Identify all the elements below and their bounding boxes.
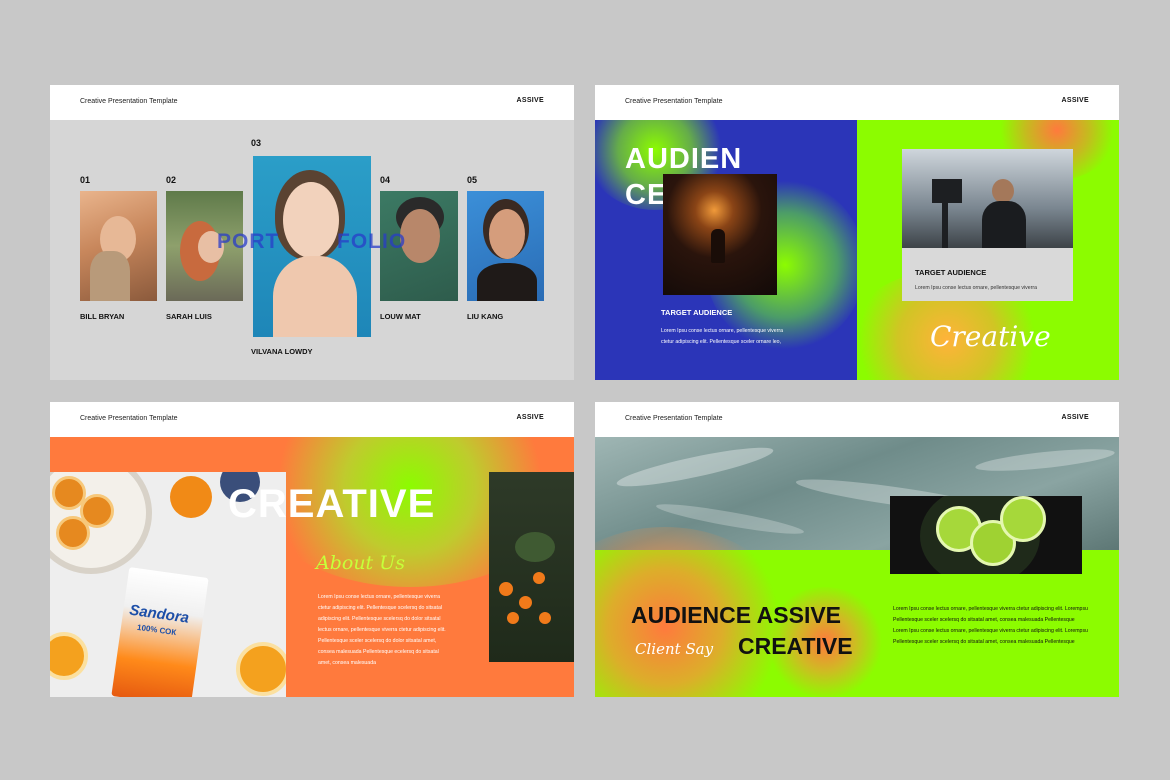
target-audience-label: TARGET AUDIENCE <box>915 268 987 277</box>
text-line: Lorem Ipsu conse lectus ornare, pellente… <box>318 594 440 600</box>
member-number: 05 <box>467 175 478 185</box>
slide-header: Creative Presentation Template ASSIVE <box>595 85 1119 120</box>
audience-title-line2: CE <box>625 179 668 211</box>
slide-body: AUDIEN CE TARGET AUDIENCE Lorem Ipsu con… <box>595 120 1119 380</box>
text-line: Lorem Ipsu conse lectus ornare, pellente… <box>661 328 783 334</box>
text-line: ctetur adipiscing elit. Pellentesque sce… <box>661 339 781 345</box>
member-number: 02 <box>166 175 177 185</box>
slide-audience[interactable]: Creative Presentation Template ASSIVE AU… <box>595 85 1119 380</box>
member-photo <box>80 191 157 301</box>
slide-client-say[interactable]: Creative Presentation Template ASSIVE AU… <box>595 402 1119 697</box>
client-say-script: Client Say <box>635 640 714 658</box>
text-line: amet, consea malesuada <box>318 660 376 666</box>
creative-title: CREATIVE <box>738 633 853 659</box>
text-line: Lorem Ipsu conse lectus ornare, pellente… <box>893 628 1088 634</box>
text-line: ctetur adipiscing elit. Pellentesque sce… <box>318 605 442 611</box>
text-line: Lorem Ipsu conse lectus ornare, pellente… <box>915 285 1037 291</box>
orange-tree-photo <box>489 472 574 662</box>
text-line: Pellentesque sceler scelersq do sitsatal… <box>893 639 1075 645</box>
header-brand: ASSIVE <box>516 414 544 421</box>
creative-title: CREATIVE <box>228 482 436 526</box>
member-name: VILVANA LOWDY <box>251 347 313 356</box>
target-audience-label: TARGET AUDIENCE <box>661 308 733 317</box>
header-brand: ASSIVE <box>1061 97 1089 104</box>
audience-assive-title: AUDIENCE ASSIVE <box>631 602 842 628</box>
header-title: Creative Presentation Template <box>80 98 178 105</box>
juice-brand-sub: 100% СОК <box>136 622 177 638</box>
member-number: 03 <box>251 138 262 148</box>
member-name: BILL BRYAN <box>80 312 125 321</box>
text-line: Pellentesque sceler scelersq do sitsatal… <box>893 617 1075 623</box>
portfolio-overlay-left: PORT <box>217 230 280 253</box>
creative-script: Creative <box>930 320 1051 353</box>
text-line: consea malesuada Pellentesque ecelersq d… <box>318 649 439 655</box>
about-us-script: About Us <box>316 552 405 574</box>
header-brand: ASSIVE <box>516 97 544 104</box>
member-name: LOUW MAT <box>380 312 421 321</box>
slide-body: AUDIENCE ASSIVE CREATIVE Client Say Lore… <box>595 437 1119 697</box>
slide-body: Sandora 100% СОК CREATIVE About Us Lorem… <box>50 437 574 697</box>
portfolio-overlay-right: FOLIO <box>337 230 407 253</box>
concert-photo <box>663 174 777 295</box>
slide-creative-about[interactable]: Creative Presentation Template ASSIVE Sa… <box>50 402 574 697</box>
camera-crew-photo <box>902 149 1073 248</box>
slide-header: Creative Presentation Template ASSIVE <box>50 85 574 120</box>
text-line: Pellentesque sceler scelersq do dolor si… <box>318 638 437 644</box>
member-photo <box>467 191 544 301</box>
header-title: Creative Presentation Template <box>80 415 178 422</box>
member-name: SARAH LUIS <box>166 312 212 321</box>
text-line: lectus ornare, pellentesque viverra ctet… <box>318 627 446 633</box>
header-brand: ASSIVE <box>1061 414 1089 421</box>
lime-slices-photo <box>890 496 1082 574</box>
slide-header: Creative Presentation Template ASSIVE <box>595 402 1119 437</box>
header-title: Creative Presentation Template <box>625 415 723 422</box>
header-title: Creative Presentation Template <box>625 98 723 105</box>
audience-title-line1: AUDIEN <box>625 143 743 175</box>
text-line: adipiscing elit. Pellentesque scelersq d… <box>318 616 441 622</box>
member-number: 01 <box>80 175 91 185</box>
member-name: LIU KANG <box>467 312 504 321</box>
member-number: 04 <box>380 175 391 185</box>
slide-portfolio[interactable]: Creative Presentation Template ASSIVE 01… <box>50 85 574 380</box>
text-line: Lorem Ipsu conse lectus ornare, pellente… <box>893 606 1088 612</box>
slide-header: Creative Presentation Template ASSIVE <box>50 402 574 437</box>
slide-body: 01 02 03 04 05 PORT FOLIO BILL BRYAN SAR… <box>50 120 574 380</box>
